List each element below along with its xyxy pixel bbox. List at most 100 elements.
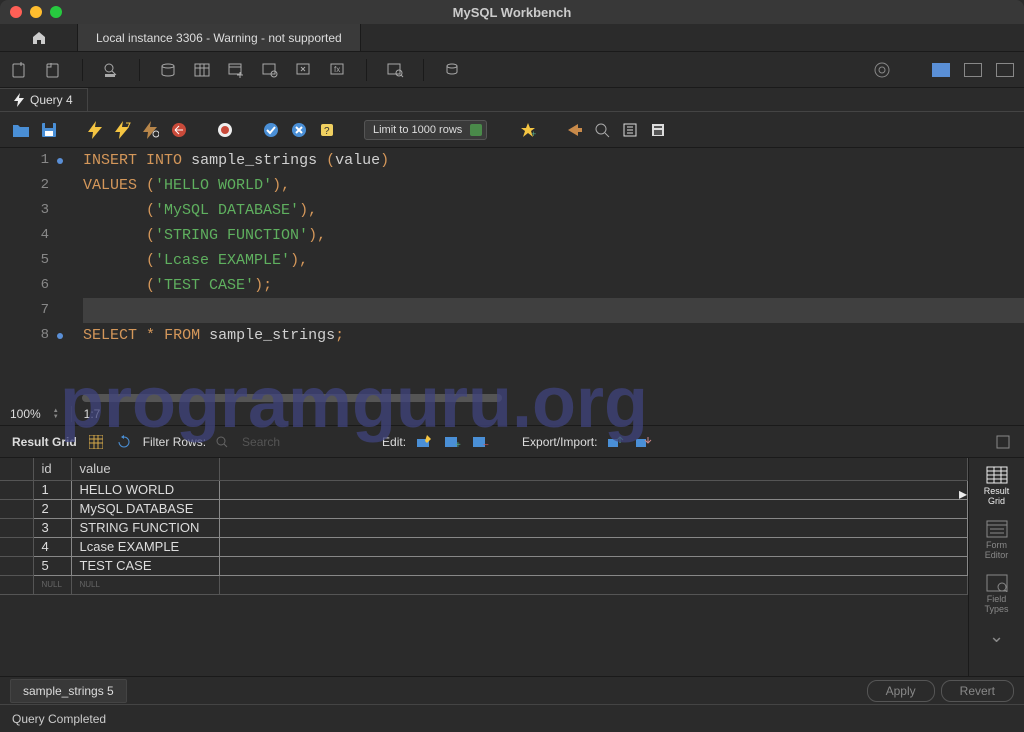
reconnect-button[interactable] <box>442 60 462 80</box>
export-button[interactable] <box>607 433 625 451</box>
open-sql-script-button[interactable] <box>44 60 64 80</box>
toggle-autocommit-button[interactable] <box>216 121 234 139</box>
find-button[interactable] <box>565 121 583 139</box>
horizontal-scrollbar[interactable] <box>82 394 502 402</box>
db-func-button[interactable]: fx <box>328 60 348 80</box>
panel-toggle-mid[interactable] <box>964 63 982 77</box>
result-set-tab[interactable]: sample_strings 5 <box>10 679 127 703</box>
svg-text:−: − <box>483 440 489 449</box>
search-table-button[interactable] <box>385 60 405 80</box>
form-editor-tab-label: Form Editor <box>985 540 1009 560</box>
apply-button-label: Apply <box>886 684 916 698</box>
connection-tabbar: Local instance 3306 - Warning - not supp… <box>0 24 1024 52</box>
explain-button[interactable] <box>142 121 160 139</box>
table-row[interactable]: 4Lcase EXAMPLE <box>0 537 968 556</box>
connection-tab-label: Local instance 3306 - Warning - not supp… <box>96 31 342 45</box>
window-minimize-button[interactable] <box>30 6 42 18</box>
limit-rows-select[interactable]: Limit to 1000 rows <box>364 120 487 140</box>
limit-rows-label: Limit to 1000 rows <box>373 124 462 136</box>
add-row-button[interactable]: + <box>444 433 462 451</box>
edit-row-button[interactable] <box>416 433 434 451</box>
table-row[interactable]: 5TEST CASE <box>0 556 968 575</box>
home-tab[interactable] <box>0 24 78 51</box>
panel-toggle-right[interactable] <box>996 63 1014 77</box>
svg-text:+: + <box>531 129 536 138</box>
settings-icon[interactable] <box>872 60 892 80</box>
table-row[interactable]: 3STRING FUNCTION <box>0 518 968 537</box>
toggle-safemode-button[interactable]: ? <box>318 121 336 139</box>
revert-button-label: Revert <box>960 684 995 698</box>
zoom-stepper[interactable]: ▲▼ <box>53 408 59 420</box>
search-icon <box>216 436 228 448</box>
collapse-arrow-icon[interactable]: ▸ <box>959 484 967 504</box>
results-area: idvalue1HELLO WORLD2MySQL DATABASE3STRIN… <box>0 458 1024 676</box>
save-file-button[interactable] <box>40 121 58 139</box>
new-sql-tab-button[interactable] <box>10 60 30 80</box>
commit-button[interactable] <box>262 121 280 139</box>
bottom-tabbar: sample_strings 5 Apply Revert <box>0 676 1024 704</box>
result-grid-tab-label: Result Grid <box>984 486 1010 506</box>
svg-text:fx: fx <box>334 65 340 74</box>
import-button[interactable] <box>635 433 653 451</box>
table-row-null[interactable]: NULLNULL <box>0 575 968 594</box>
table-row[interactable]: 1HELLO WORLD <box>0 480 968 499</box>
db-table-button[interactable] <box>192 60 212 80</box>
invisible-chars-button[interactable] <box>593 121 611 139</box>
chevron-down-icon[interactable]: ⌄ <box>989 626 1004 647</box>
delete-row-button[interactable]: − <box>472 433 490 451</box>
result-set-tab-label: sample_strings 5 <box>23 684 114 698</box>
stop-button[interactable] <box>170 121 188 139</box>
wrap-cell-button[interactable] <box>994 433 1012 451</box>
window-maximize-button[interactable] <box>50 6 62 18</box>
snippets-button[interactable] <box>649 121 667 139</box>
revert-button[interactable]: Revert <box>941 680 1014 702</box>
db-schema-button[interactable] <box>158 60 178 80</box>
window-close-button[interactable] <box>10 6 22 18</box>
filter-rows-label: Filter Rows: <box>143 435 206 449</box>
bolt-icon <box>14 93 24 107</box>
result-grid-tab[interactable]: Result Grid <box>969 462 1024 510</box>
titlebar: MySQL Workbench <box>0 0 1024 24</box>
table-row[interactable]: 2MySQL DATABASE <box>0 499 968 518</box>
field-types-tab-label: Field Types <box>984 594 1008 614</box>
filter-rows-input[interactable] <box>238 433 338 451</box>
result-table[interactable]: idvalue1HELLO WORLD2MySQL DATABASE3STRIN… <box>0 458 968 595</box>
query-tab[interactable]: Query 4 <box>0 88 88 111</box>
table-header[interactable] <box>0 458 33 480</box>
table-header[interactable]: id <box>33 458 71 480</box>
apply-button[interactable]: Apply <box>867 680 935 702</box>
query-tabbar: Query 4 <box>0 88 1024 112</box>
form-icon <box>986 520 1008 538</box>
execute-current-button[interactable] <box>114 121 132 139</box>
grid-icon <box>986 466 1008 484</box>
zoom-percent: 100% <box>10 407 41 421</box>
refresh-icon[interactable] <box>115 433 133 451</box>
beautify-button[interactable]: + <box>519 121 537 139</box>
editor-toolbar: ? Limit to 1000 rows + <box>0 112 1024 148</box>
status-text: Query Completed <box>12 712 106 726</box>
home-icon <box>31 30 47 46</box>
form-editor-tab[interactable]: Form Editor <box>969 516 1024 564</box>
zoom-bar: 100% ▲▼ 1:7 <box>0 402 1024 426</box>
editor-code[interactable]: INSERT INTO sample_strings (value)VALUES… <box>55 148 1024 402</box>
wrap-button[interactable] <box>621 121 639 139</box>
open-file-button[interactable] <box>12 121 30 139</box>
result-grid-label: Result Grid <box>12 435 77 449</box>
execute-button[interactable] <box>86 121 104 139</box>
db-proc-button[interactable] <box>294 60 314 80</box>
result-grid[interactable]: idvalue1HELLO WORLD2MySQL DATABASE3STRIN… <box>0 458 968 676</box>
editor-gutter: 12345678 <box>0 148 55 402</box>
panel-toggle-left[interactable] <box>932 63 950 77</box>
db-view-button[interactable] <box>260 60 280 80</box>
query-tab-label: Query 4 <box>30 93 73 107</box>
inspector-button[interactable] <box>101 60 121 80</box>
field-types-tab[interactable]: Field Types <box>969 570 1024 618</box>
table-header[interactable]: value <box>71 458 219 480</box>
status-bar: Query Completed <box>0 704 1024 732</box>
main-toolbar: fx <box>0 52 1024 88</box>
sql-editor[interactable]: 12345678 INSERT INTO sample_strings (val… <box>0 148 1024 402</box>
connection-tab[interactable]: Local instance 3306 - Warning - not supp… <box>78 24 361 51</box>
rollback-button[interactable] <box>290 121 308 139</box>
db-add-table-button[interactable] <box>226 60 246 80</box>
grid-view-icon[interactable] <box>87 433 105 451</box>
